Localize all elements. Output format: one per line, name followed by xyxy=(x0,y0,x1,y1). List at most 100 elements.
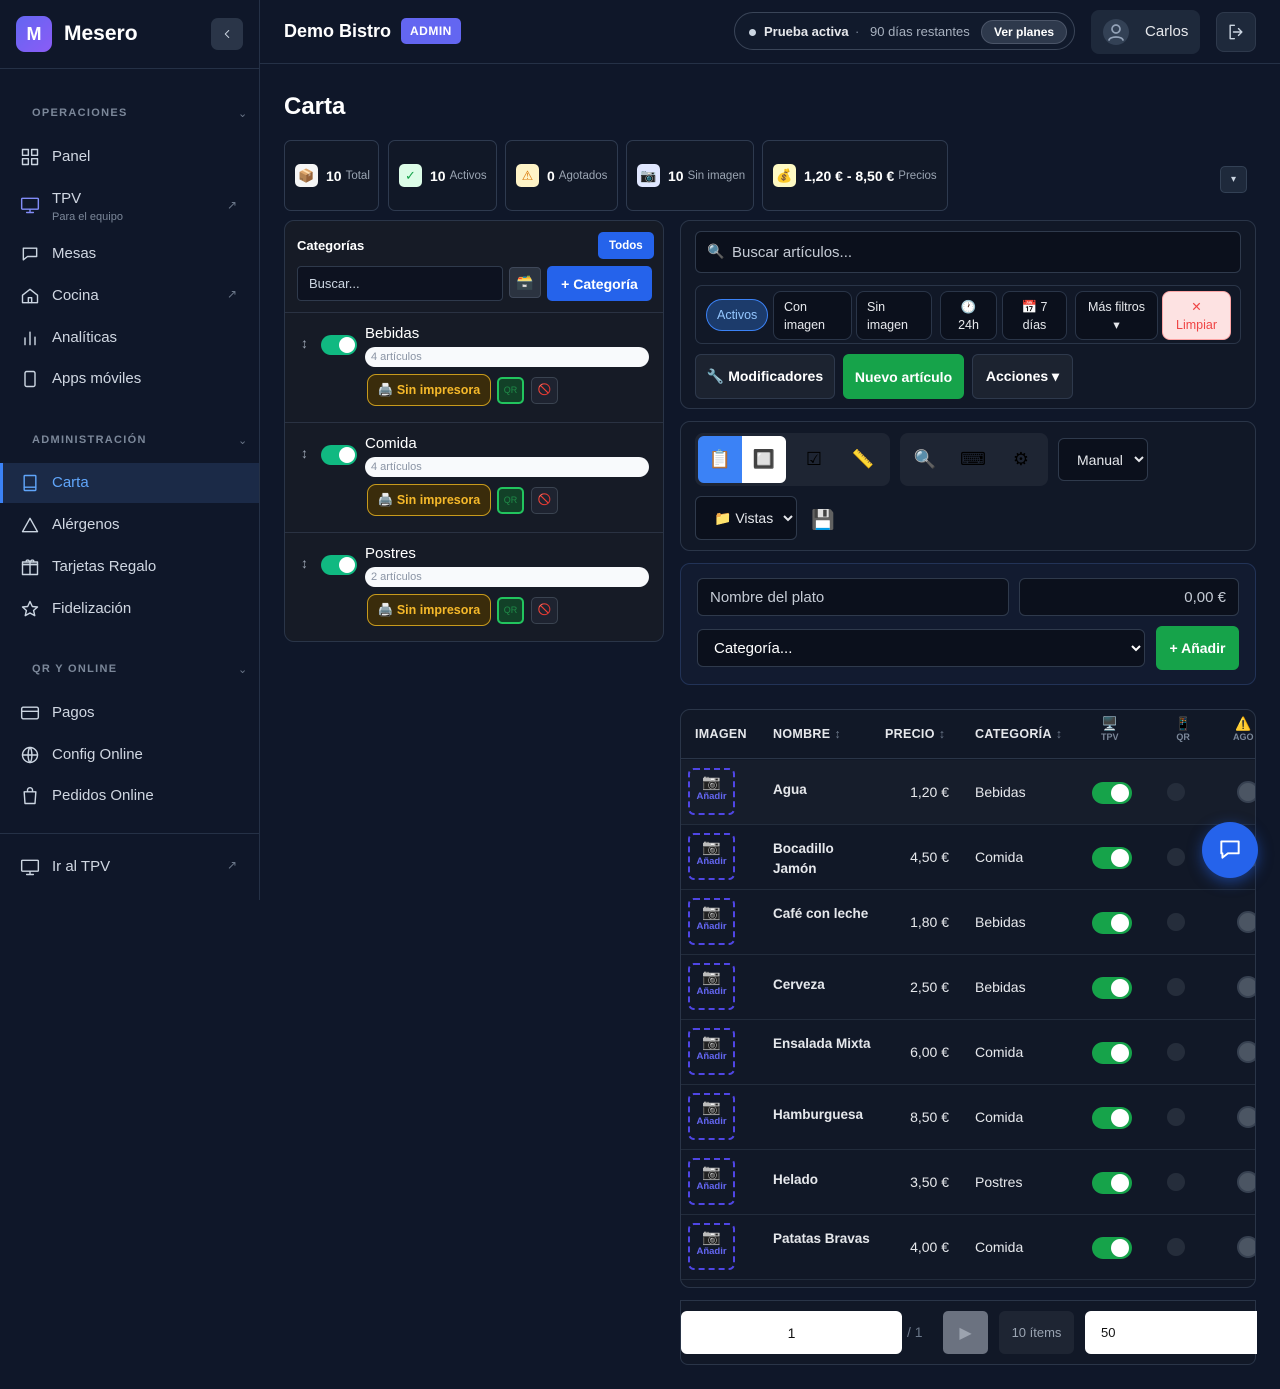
folder-icon[interactable]: 🗃️ xyxy=(509,267,541,298)
image-upload-button[interactable]: 📷 Añadir xyxy=(688,1093,735,1140)
chip-24h[interactable]: 🕐 24h xyxy=(940,291,997,340)
table-row[interactable]: 📷 Añadir Bocadillo Jamón 4,50 € Comida xyxy=(681,825,1255,890)
column-precio[interactable]: PRECIO ↕ xyxy=(885,727,945,741)
page-input[interactable] xyxy=(681,1311,902,1354)
actions-button[interactable]: Acciones ▾ xyxy=(972,354,1073,399)
drag-handle-icon[interactable]: ↕ xyxy=(301,445,308,461)
sidebar-item-panel[interactable]: Panel xyxy=(0,137,259,177)
column-nombre[interactable]: NOMBRE ↕ xyxy=(773,727,841,741)
qr-toggle-button[interactable]: QR xyxy=(497,597,524,624)
tpv-toggle[interactable] xyxy=(1092,1237,1132,1259)
category-row[interactable]: ↕ Postres 2 artículos 🖨️ Sin impresora Q… xyxy=(285,532,663,642)
chip-activos[interactable]: Activos xyxy=(706,299,768,331)
new-item-button[interactable]: Nuevo artículo xyxy=(843,354,964,399)
keyboard-icon[interactable]: ⌨ xyxy=(951,436,995,483)
sold-out-toggle[interactable] xyxy=(1237,976,1255,998)
drag-handle-icon[interactable]: ↕ xyxy=(301,555,308,571)
category-toggle[interactable] xyxy=(321,445,357,465)
tpv-toggle[interactable] xyxy=(1092,977,1132,999)
qr-toggle[interactable] xyxy=(1167,913,1185,931)
sort-mode-select[interactable]: Manual xyxy=(1058,438,1148,481)
sold-out-toggle[interactable] xyxy=(1237,911,1255,933)
printer-button[interactable]: 🖨️ Sin impresora xyxy=(367,374,491,406)
chat-button[interactable] xyxy=(1202,822,1258,878)
quick-add-button[interactable]: + Añadir xyxy=(1156,626,1239,670)
chevron-down-icon[interactable]: ⌄ xyxy=(238,107,247,120)
category-search-input[interactable] xyxy=(297,266,503,301)
chip-con-imagen[interactable]: Con imagen xyxy=(773,291,852,340)
ruler-icon[interactable]: 📏 xyxy=(841,436,885,483)
qr-toggle[interactable] xyxy=(1167,1108,1185,1126)
all-categories-button[interactable]: Todos xyxy=(598,232,654,259)
sidebar-item-carta[interactable]: Carta xyxy=(0,463,259,503)
kitchen-off-icon[interactable]: 🚫 xyxy=(531,597,558,624)
qr-toggle-button[interactable]: QR xyxy=(497,377,524,404)
sold-out-toggle[interactable] xyxy=(1237,1236,1255,1258)
clipboard-icon[interactable]: 📋 xyxy=(698,436,742,483)
sidebar-item-analiticas[interactable]: Analíticas xyxy=(0,318,259,358)
column-categoria[interactable]: CATEGORÍA ↕ xyxy=(975,727,1062,741)
image-upload-button[interactable]: 📷 Añadir xyxy=(688,898,735,945)
sold-out-toggle[interactable] xyxy=(1237,781,1255,803)
image-upload-button[interactable]: 📷 Añadir xyxy=(688,1223,735,1270)
kitchen-off-icon[interactable]: 🚫 xyxy=(531,377,558,404)
sidebar-item-tarjetas-regalo[interactable]: Tarjetas Regalo xyxy=(0,547,259,587)
kitchen-off-icon[interactable]: 🚫 xyxy=(531,487,558,514)
sidebar-item-cocina[interactable]: Cocina ↗ xyxy=(0,276,259,316)
section-administracion[interactable]: ADMINISTRACIÓN xyxy=(32,434,147,446)
qr-toggle-button[interactable]: QR xyxy=(497,487,524,514)
image-upload-button[interactable]: 📷 Añadir xyxy=(688,768,735,815)
sold-out-toggle[interactable] xyxy=(1237,1171,1255,1193)
modifiers-button[interactable]: 🔧 Modificadores xyxy=(695,354,835,399)
category-row[interactable]: ↕ Bebidas 4 artículos 🖨️ Sin impresora Q… xyxy=(285,312,663,422)
category-toggle[interactable] xyxy=(321,335,357,355)
image-upload-button[interactable]: 📷 Añadir xyxy=(688,963,735,1010)
section-qr-online[interactable]: QR Y ONLINE xyxy=(32,663,117,675)
table-row[interactable]: 📷 Añadir Patatas Bravas 4,00 € Comida xyxy=(681,1215,1255,1280)
category-select[interactable]: Categoría... xyxy=(697,629,1145,667)
image-upload-button[interactable]: 📷 Añadir xyxy=(688,1028,735,1075)
dish-name-input[interactable] xyxy=(697,578,1009,616)
printer-button[interactable]: 🖨️ Sin impresora xyxy=(367,594,491,626)
image-upload-button[interactable]: 📷 Añadir xyxy=(688,1158,735,1205)
chip-7-dias[interactable]: 📅 7 días xyxy=(1002,291,1067,340)
sidebar-item-pedidos-online[interactable]: Pedidos Online xyxy=(0,776,259,816)
sidebar-item-tpv[interactable]: TPV Para el equipo ↗ xyxy=(0,184,259,230)
chip-mas-filtros[interactable]: Más filtros ▾ xyxy=(1075,291,1158,340)
stop-icon[interactable]: 🔲 xyxy=(742,436,786,483)
stats-toggle-button[interactable]: ▾ xyxy=(1220,166,1247,193)
category-row[interactable]: ↕ Comida 4 artículos 🖨️ Sin impresora QR… xyxy=(285,422,663,532)
chevron-down-icon[interactable]: ⌄ xyxy=(238,434,247,447)
sidebar-item-alergenos[interactable]: Alérgenos xyxy=(0,505,259,545)
sidebar-item-ir-al-tpv[interactable]: Ir al TPV ↗ xyxy=(0,847,259,887)
sidebar-item-config-online[interactable]: Config Online xyxy=(0,735,259,775)
table-row[interactable]: 📷 Añadir Cerveza 2,50 € Bebidas xyxy=(681,955,1255,1020)
chip-sin-imagen[interactable]: Sin imagen xyxy=(856,291,932,340)
tpv-toggle[interactable] xyxy=(1092,1172,1132,1194)
qr-toggle[interactable] xyxy=(1167,848,1185,866)
next-page-button[interactable]: ▶ xyxy=(943,1311,988,1354)
table-row[interactable]: 📷 Añadir Helado 3,50 € Postres xyxy=(681,1150,1255,1215)
section-operaciones[interactable]: OPERACIONES xyxy=(32,107,128,119)
sidebar-item-fidelizacion[interactable]: Fidelización xyxy=(0,589,259,629)
item-search-input[interactable] xyxy=(695,231,1241,273)
table-row[interactable]: 📷 Añadir Café con leche 1,80 € Bebidas xyxy=(681,890,1255,955)
chevron-down-icon[interactable]: ⌄ xyxy=(238,663,247,676)
image-upload-button[interactable]: 📷 Añadir xyxy=(688,833,735,880)
qr-toggle[interactable] xyxy=(1167,1043,1185,1061)
chip-limpiar[interactable]: ✕ Limpiar xyxy=(1162,291,1231,340)
add-category-button[interactable]: + Categoría xyxy=(547,266,652,301)
tpv-toggle[interactable] xyxy=(1092,782,1132,804)
qr-toggle[interactable] xyxy=(1167,1173,1185,1191)
zoom-icon[interactable]: 🔍 xyxy=(903,436,947,483)
page-size-input[interactable] xyxy=(1085,1311,1257,1354)
sold-out-toggle[interactable] xyxy=(1237,1041,1255,1063)
qr-toggle[interactable] xyxy=(1167,1238,1185,1256)
views-select[interactable]: 📁 Vistas xyxy=(695,496,797,540)
table-row[interactable]: 📷 Añadir Hamburguesa 8,50 € Comida xyxy=(681,1085,1255,1150)
tpv-toggle[interactable] xyxy=(1092,1042,1132,1064)
drag-handle-icon[interactable]: ↕ xyxy=(301,335,308,351)
price-input[interactable] xyxy=(1019,578,1239,616)
user-menu[interactable]: Carlos xyxy=(1091,10,1200,54)
table-row[interactable]: 📷 Añadir Agua 1,20 € Bebidas xyxy=(681,760,1255,825)
